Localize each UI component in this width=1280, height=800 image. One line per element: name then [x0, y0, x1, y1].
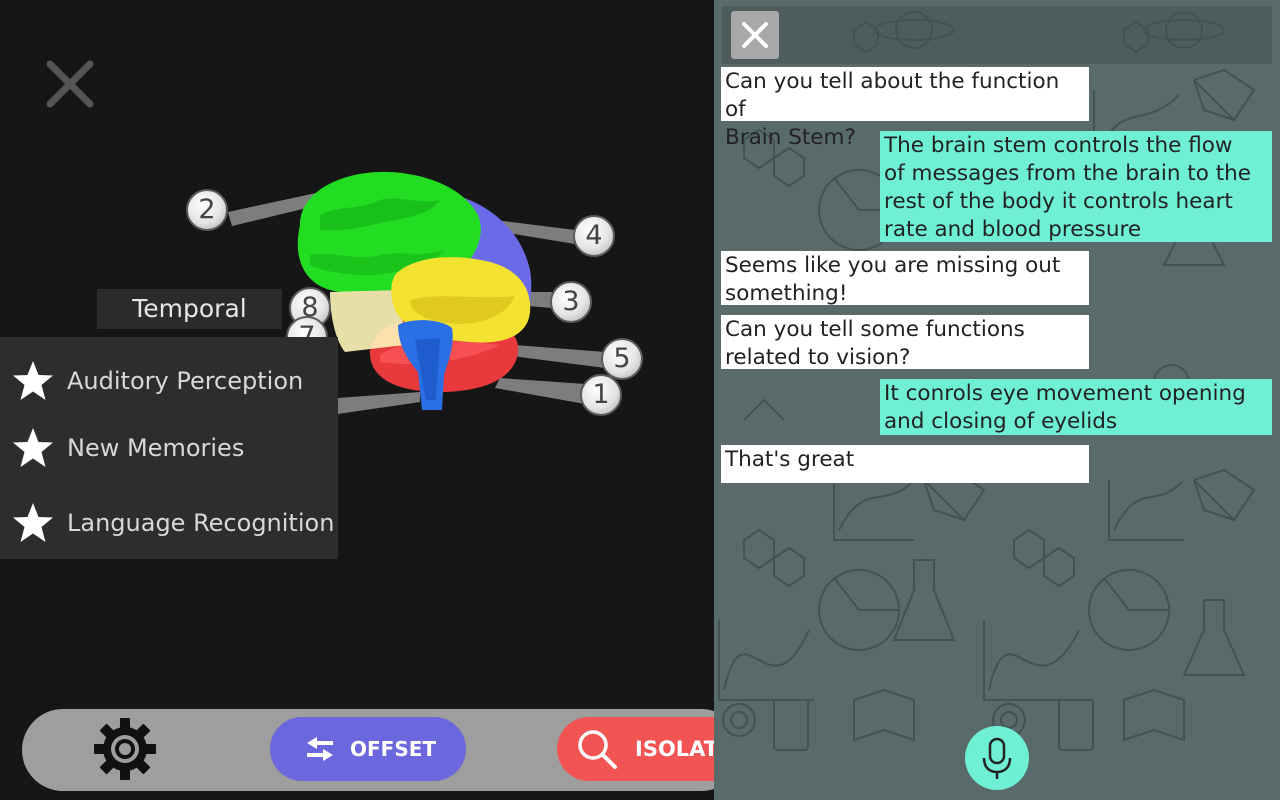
function-label: New Memories [67, 434, 245, 462]
function-item-memories[interactable]: New Memories [0, 424, 338, 472]
star-icon [13, 503, 53, 542]
search-icon [578, 730, 617, 769]
settings-button[interactable] [92, 716, 158, 782]
chat-message-user: Seems like you are missing out something… [721, 251, 1089, 306]
close-chat-button[interactable] [731, 11, 779, 59]
isolate-button[interactable]: ISOLATE [557, 717, 714, 781]
chat-message-bot: It conrols eye movement opening and clos… [880, 379, 1272, 435]
star-icon [13, 361, 53, 400]
chat-header [722, 6, 1272, 64]
chat-message-user: That's great [721, 445, 1089, 483]
swap-arrows-icon [307, 737, 333, 761]
offset-button[interactable]: OFFSET [270, 717, 466, 781]
marker-5[interactable]: 5 [601, 338, 643, 380]
marker-4[interactable]: 4 [573, 215, 615, 257]
close-icon [46, 60, 94, 108]
isolate-label: ISOLATE [635, 737, 714, 761]
chat-panel: Can you tell about the function of Brain… [714, 0, 1280, 800]
chat-message-user: Can you tell some functions related to v… [721, 315, 1089, 370]
gear-icon [94, 718, 156, 780]
function-label: Language Recognition [67, 509, 335, 537]
chat-message-bot: The brain stem controls the flow of mess… [880, 131, 1272, 242]
brain-3d-viewer[interactable]: Temporal 2 4 3 8 7 5 1 Auditory Percepti… [0, 0, 714, 800]
marker-1[interactable]: 1 [580, 374, 622, 416]
marker-3[interactable]: 3 [550, 281, 592, 323]
chat-message-user: Can you tell about the function of Brain… [721, 67, 1089, 150]
marker-2[interactable]: 2 [186, 189, 228, 231]
function-label: Auditory Perception [67, 367, 304, 395]
function-item-auditory[interactable]: Auditory Perception [0, 357, 338, 405]
star-icon [13, 428, 53, 467]
microphone-icon [982, 737, 1012, 779]
region-functions-panel: Auditory Perception New Memories Languag… [0, 337, 338, 559]
selected-region-label: Temporal [97, 289, 282, 329]
close-viewer-button[interactable] [44, 58, 96, 110]
close-icon [742, 22, 768, 48]
offset-label: OFFSET [350, 737, 437, 761]
microphone-button[interactable] [965, 726, 1029, 790]
function-item-language[interactable]: Language Recognition [0, 499, 338, 547]
